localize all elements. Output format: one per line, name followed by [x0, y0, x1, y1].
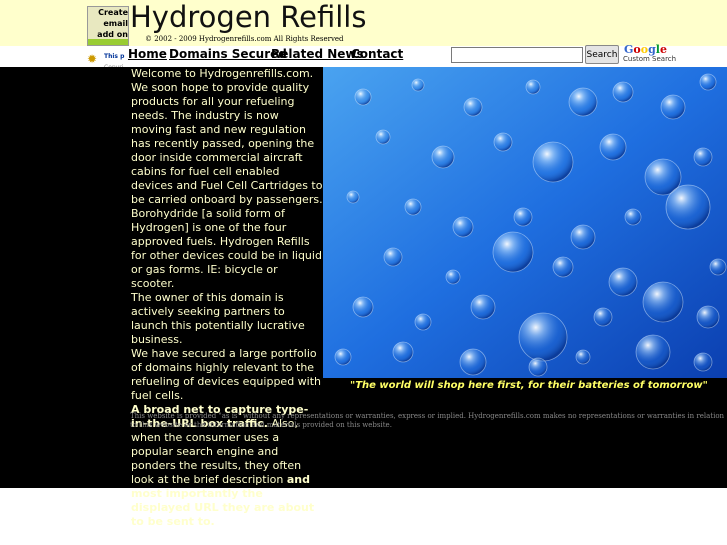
- bubble: [518, 312, 568, 362]
- bubble: [375, 129, 391, 145]
- bubbles-image: [323, 67, 727, 378]
- bubble: [612, 81, 634, 103]
- bubble: [552, 256, 574, 278]
- bubble: [699, 73, 717, 91]
- bubble: [414, 313, 432, 331]
- paragraph-portfolio: We have secured a large portfolio of dom…: [131, 347, 322, 402]
- bubble: [492, 231, 534, 273]
- bubble: [513, 207, 533, 227]
- bubble: [352, 296, 374, 318]
- custom-search-label: Custom Search: [623, 55, 677, 63]
- bubble: [334, 348, 352, 366]
- small-notice-line1: This p: [104, 53, 125, 60]
- bubble: [404, 198, 422, 216]
- water-bubbles-photo: [323, 67, 727, 378]
- site-title: Hydrogen Refills: [130, 0, 367, 34]
- paragraph-owner: The owner of this domain is actively see…: [131, 291, 305, 346]
- bubble: [693, 352, 713, 372]
- nav-related-news[interactable]: Related News: [271, 47, 364, 61]
- disclaimer: This website is provided "as is" without…: [130, 412, 725, 429]
- nav-home[interactable]: Home: [128, 47, 167, 61]
- email-badge[interactable]: Create email add on your: [87, 6, 129, 46]
- bubble: [392, 341, 414, 363]
- bubble: [445, 269, 461, 285]
- copyright: © 2002 - 2009 Hydrogenrefills.com All Ri…: [145, 35, 344, 43]
- bubble: [470, 294, 496, 320]
- bubble: [624, 208, 642, 226]
- bubble: [665, 184, 711, 230]
- bubble: [593, 307, 613, 327]
- bubble: [493, 132, 513, 152]
- bubble: [532, 141, 574, 183]
- bubble: [570, 224, 596, 250]
- bubble: [459, 348, 487, 376]
- bubble: [642, 281, 684, 323]
- bubble: [575, 349, 591, 365]
- bubble: [608, 267, 638, 297]
- bubble: [346, 190, 360, 204]
- bubble: [709, 258, 727, 276]
- paragraph-welcome: Welcome to Hydrogenrefills.com. We soon …: [131, 67, 323, 290]
- bubble: [431, 145, 455, 169]
- bubble: [528, 357, 548, 377]
- bubble: [568, 87, 598, 117]
- bubble: [525, 79, 541, 95]
- bubble: [354, 88, 372, 106]
- bubble: [411, 78, 425, 92]
- main-content: Welcome to Hydrogenrefills.com. We soon …: [131, 67, 323, 529]
- nav-domains-secured[interactable]: Domains Secured: [169, 47, 287, 61]
- search-button[interactable]: Search: [585, 45, 619, 64]
- bubble: [599, 133, 627, 161]
- bubble: [635, 334, 671, 370]
- bubble: [452, 216, 474, 238]
- search-input[interactable]: [451, 47, 583, 63]
- tagline-caption: "The world will shop here first, for the…: [350, 380, 708, 391]
- bubble: [660, 94, 686, 120]
- bubble: [383, 247, 403, 267]
- nav-contact[interactable]: Contact: [351, 47, 403, 61]
- bubble: [463, 97, 483, 117]
- bubble: [693, 147, 713, 167]
- bubble: [696, 305, 720, 329]
